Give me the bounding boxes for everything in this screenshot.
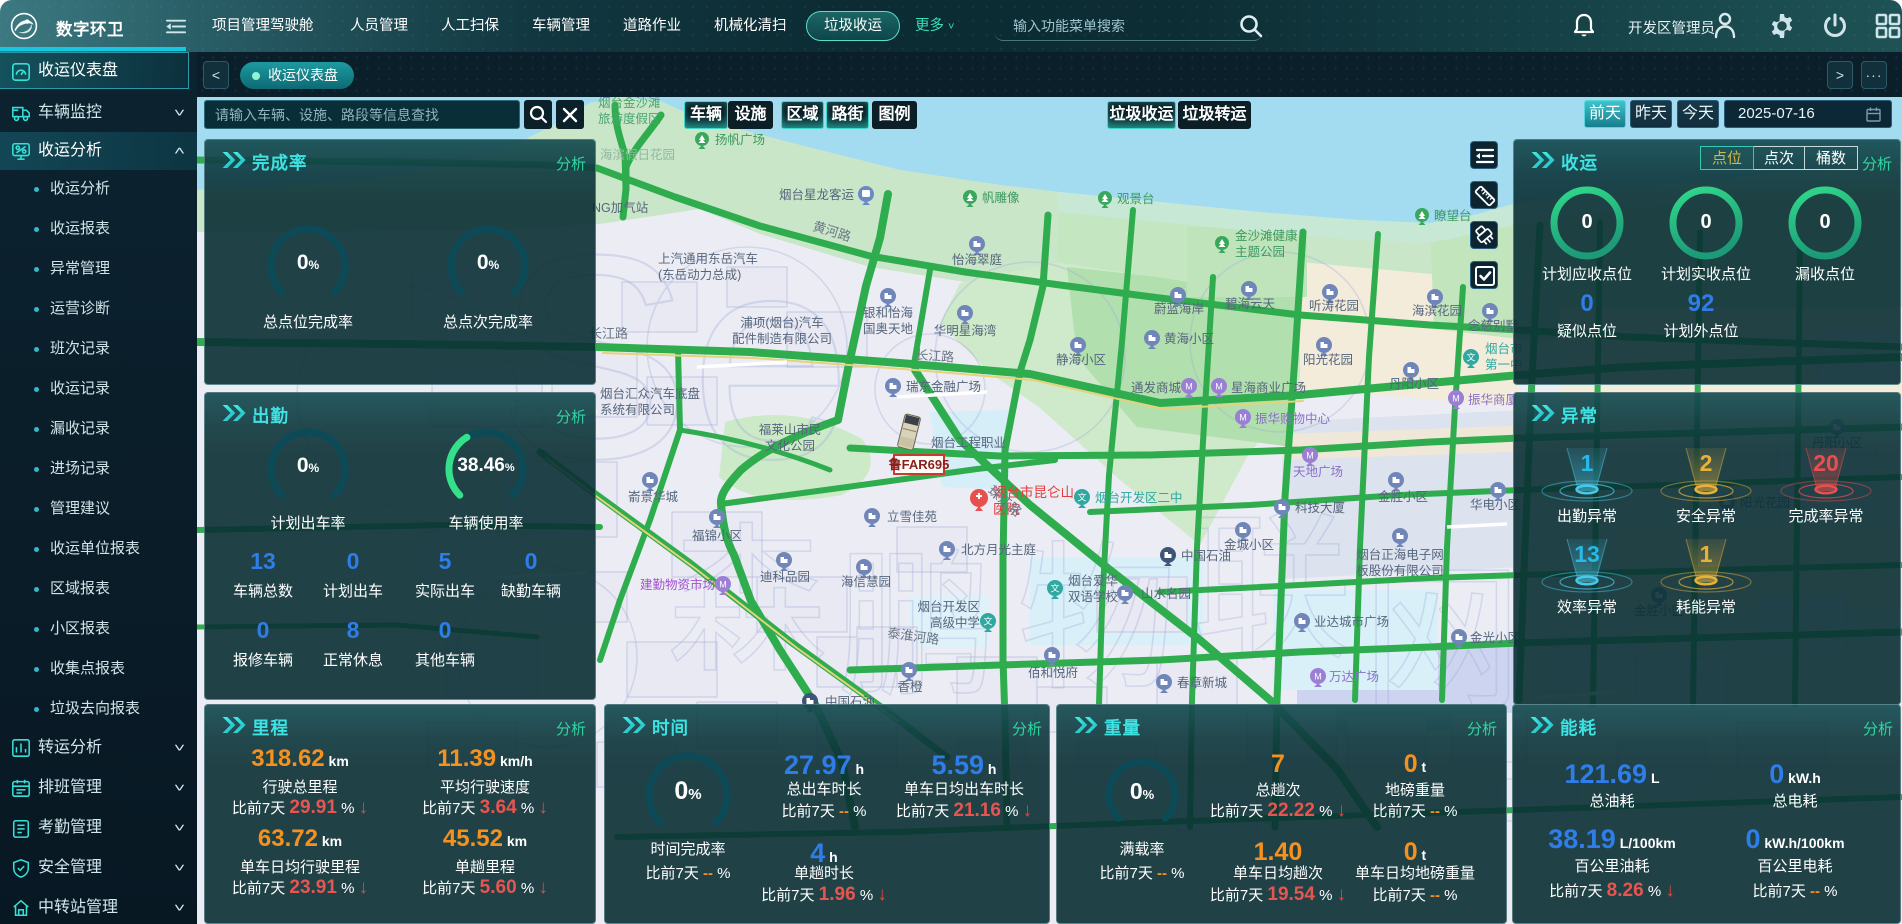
svg-text:听涛花园: 听涛花园: [1309, 298, 1359, 313]
svg-text:华明星海湾: 华明星海湾: [934, 323, 997, 338]
svg-text:蔚蓝海岸: 蔚蓝海岸: [1154, 301, 1204, 316]
svg-text:怡海翠庭: 怡海翠庭: [952, 252, 1003, 267]
svg-text:烟台爱华: 烟台爱华: [1068, 573, 1118, 588]
svg-text:天地广场: 天地广场: [1293, 465, 1343, 479]
svg-text:中国石油: 中国石油: [1181, 548, 1231, 563]
svg-text:扬帆广场: 扬帆广场: [715, 132, 765, 147]
svg-text:北方月光主庭: 北方月光主庭: [961, 542, 1037, 557]
svg-text:双语学校: 双语学校: [1068, 589, 1119, 604]
svg-text:文化公园: 文化公园: [765, 438, 815, 453]
svg-text:观景台: 观景台: [1117, 191, 1155, 206]
svg-text:烟台工程职业: 烟台工程职业: [931, 435, 1006, 450]
svg-text:国奥天地: 国奥天地: [863, 322, 914, 336]
svg-text:业达城市广场: 业达城市广场: [1314, 614, 1389, 629]
svg-text:振华购物中心: 振华购物中心: [1255, 411, 1331, 426]
svg-text:配件制造有限公司: 配件制造有限公司: [732, 332, 832, 346]
svg-text:烟台星龙客运: 烟台星龙客运: [779, 187, 855, 202]
svg-text:嵛景华城: 嵛景华城: [628, 489, 679, 504]
svg-text:烟台正海电子网: 烟台正海电子网: [1356, 547, 1444, 562]
svg-text:(东岳动力总成): (东岳动力总成): [658, 268, 741, 282]
svg-text:系统有限公司: 系统有限公司: [600, 403, 675, 417]
svg-text:上汽通用东岳汽车: 上汽通用东岳汽车: [658, 251, 758, 266]
svg-text:通发商城: 通发商城: [1131, 380, 1182, 395]
svg-text:金沙滩健康: 金沙滩健康: [1235, 228, 1298, 243]
svg-text:旅游度假区: 旅游度假区: [598, 111, 661, 126]
svg-text:浦项(烟台)汽车: 浦项(烟台)汽车: [740, 315, 823, 330]
svg-text:烟台开发区: 烟台开发区: [917, 599, 980, 614]
svg-text:金城小区: 金城小区: [1224, 537, 1274, 552]
svg-text:福锦小区: 福锦小区: [692, 528, 742, 543]
svg-text:帆雕像: 帆雕像: [982, 190, 1020, 205]
svg-text:烟台开发区二中: 烟台开发区二中: [1095, 490, 1183, 505]
svg-text:瞭望台: 瞭望台: [1434, 208, 1472, 223]
svg-text:建勤物资市场: 建勤物资市场: [640, 577, 715, 592]
svg-text:立雪佳苑: 立雪佳苑: [887, 509, 938, 524]
svg-text:山水名园: 山水名园: [1141, 586, 1191, 601]
svg-text:海信慧园: 海信慧园: [841, 574, 891, 589]
svg-text:丹阳小区: 丹阳小区: [1389, 377, 1439, 391]
svg-text:振华商厦: 振华商厦: [1468, 392, 1518, 407]
svg-text:星海商业广场: 星海商业广场: [1231, 380, 1306, 395]
svg-text:碧海云天: 碧海云天: [1225, 296, 1276, 311]
svg-text:春章新城: 春章新城: [1177, 675, 1228, 690]
svg-text:瑞东金融广场: 瑞东金融广场: [906, 379, 981, 394]
svg-text:海滨假日花园: 海滨假日花园: [600, 147, 675, 162]
svg-text:科技大厦: 科技大厦: [1295, 501, 1345, 515]
svg-text:银和怡海: 银和怡海: [863, 305, 914, 320]
svg-text:主题公园: 主题公园: [1235, 245, 1285, 259]
svg-text:静海小区: 静海小区: [1056, 352, 1106, 367]
svg-text:佰和悦府: 佰和悦府: [1028, 665, 1078, 680]
svg-text:海滨花园: 海滨花园: [1412, 303, 1462, 318]
svg-text:香橙: 香橙: [897, 679, 923, 694]
svg-text:板股份有限公司: 板股份有限公司: [1356, 564, 1444, 578]
svg-text:福莱山市民: 福莱山市民: [759, 422, 822, 437]
svg-text:烟台金沙滩: 烟台金沙滩: [598, 97, 661, 110]
svg-text:迪科品园: 迪科品园: [760, 570, 810, 584]
svg-text:NG加气站: NG加气站: [592, 200, 648, 215]
svg-text:万达广场: 万达广场: [1329, 670, 1379, 684]
svg-text:阳光花园: 阳光花园: [1303, 352, 1353, 367]
svg-text:长江路: 长江路: [915, 347, 955, 365]
svg-text:烟台汇众汽车底盘: 烟台汇众汽车底盘: [600, 386, 700, 401]
svg-text:黄海小区: 黄海小区: [1164, 331, 1214, 346]
svg-text:高级中学: 高级中学: [930, 615, 980, 630]
svg-text:金胜小区: 金胜小区: [1378, 489, 1428, 504]
svg-text:鲁FAR695: 鲁FAR695: [889, 457, 950, 472]
